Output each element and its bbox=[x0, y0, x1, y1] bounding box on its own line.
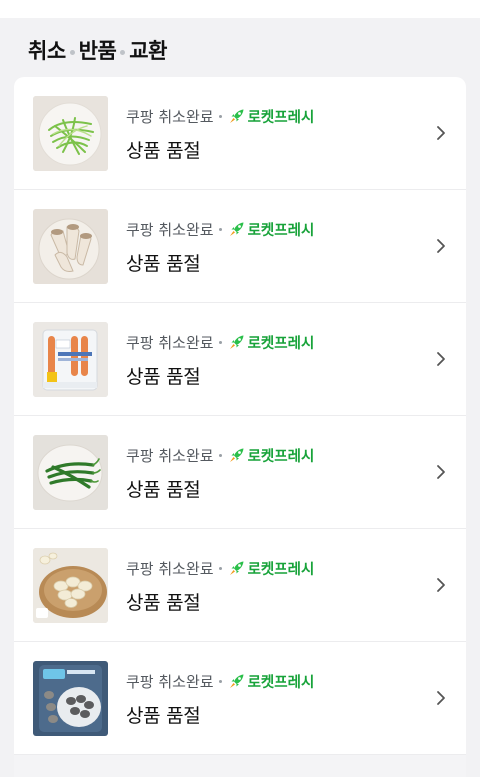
order-status: 상품 품절 bbox=[126, 252, 201, 275]
rocket-fresh-badge: 로켓프레시 bbox=[228, 558, 315, 579]
rocket-fresh-badge: 로켓프레시 bbox=[228, 106, 315, 127]
section-title: 취소 반품 교환 bbox=[28, 36, 167, 64]
order-meta: 쿠팡 취소완료 로켓프레시 bbox=[126, 217, 314, 241]
order-list-card: 쿠팡 취소완료 로켓프레시 상품 품절 쿠팡 취소완료 로켓프레시 상품 품절 … bbox=[14, 77, 466, 777]
meta-separator bbox=[218, 453, 222, 457]
title-separator bbox=[120, 49, 126, 55]
chevron-right-icon[interactable] bbox=[434, 575, 448, 595]
rocket-fresh-badge: 로켓프레시 bbox=[228, 332, 315, 353]
order-item[interactable]: 쿠팡 취소완료 로켓프레시 상품 품절 bbox=[14, 642, 466, 755]
product-thumbnail-peeled-garlic[interactable] bbox=[33, 548, 108, 623]
chevron-right-icon[interactable] bbox=[434, 688, 448, 708]
rocket-icon bbox=[229, 674, 244, 688]
seller-status: 쿠팡 취소완료 bbox=[126, 220, 214, 239]
rocket-fresh-badge: 로켓프레시 bbox=[228, 219, 315, 240]
order-item[interactable]: 쿠팡 취소완료 로켓프레시 상품 품절 bbox=[14, 190, 466, 303]
rocket-icon bbox=[229, 448, 244, 462]
rocket-fresh-label: 로켓프레시 bbox=[247, 109, 315, 126]
top-bar bbox=[0, 0, 480, 18]
order-item[interactable]: 쿠팡 취소완료 로켓프레시 상품 품절 bbox=[14, 77, 466, 190]
product-thumbnail-king-oyster-mushrooms[interactable] bbox=[33, 209, 108, 284]
chevron-right-icon[interactable] bbox=[434, 349, 448, 369]
rocket-icon bbox=[229, 335, 244, 349]
rocket-fresh-label: 로켓프레시 bbox=[247, 335, 315, 352]
seller-status: 쿠팡 취소완료 bbox=[126, 333, 214, 352]
rocket-fresh-badge: 로켓프레시 bbox=[228, 445, 315, 466]
order-status: 상품 품절 bbox=[126, 704, 201, 727]
order-meta: 쿠팡 취소완료 로켓프레시 bbox=[126, 669, 314, 693]
rocket-fresh-label: 로켓프레시 bbox=[247, 674, 315, 691]
product-thumbnail-bean-sprouts[interactable] bbox=[33, 96, 108, 171]
title-exchange: 교환 bbox=[129, 39, 167, 63]
order-meta: 쿠팡 취소완료 로켓프레시 bbox=[126, 556, 314, 580]
order-item[interactable]: 쿠팡 취소완료 로켓프레시 상품 품절 bbox=[14, 303, 466, 416]
rocket-fresh-label: 로켓프레시 bbox=[247, 448, 315, 465]
title-return: 반품 bbox=[78, 39, 117, 63]
list-footer bbox=[14, 755, 466, 777]
order-meta: 쿠팡 취소완료 로켓프레시 bbox=[126, 104, 314, 128]
product-thumbnail-sausage-pack[interactable] bbox=[33, 322, 108, 397]
order-item[interactable]: 쿠팡 취소완료 로켓프레시 상품 품절 bbox=[14, 529, 466, 642]
order-status: 상품 품절 bbox=[126, 365, 201, 388]
order-meta: 쿠팡 취소완료 로켓프레시 bbox=[126, 443, 314, 467]
chevron-right-icon[interactable] bbox=[434, 123, 448, 143]
seller-status: 쿠팡 취소완료 bbox=[126, 107, 214, 126]
meta-separator bbox=[218, 340, 222, 344]
seller-status: 쿠팡 취소완료 bbox=[126, 672, 214, 691]
meta-separator bbox=[218, 114, 222, 118]
order-meta: 쿠팡 취소완료 로켓프레시 bbox=[126, 330, 314, 354]
title-cancel: 취소 bbox=[28, 39, 66, 63]
rocket-icon bbox=[229, 109, 244, 123]
order-status: 상품 품절 bbox=[126, 139, 201, 162]
chevron-right-icon[interactable] bbox=[434, 462, 448, 482]
rocket-fresh-label: 로켓프레시 bbox=[247, 561, 315, 578]
order-list: 쿠팡 취소완료 로켓프레시 상품 품절 쿠팡 취소완료 로켓프레시 상품 품절 … bbox=[14, 77, 466, 755]
seller-status: 쿠팡 취소완료 bbox=[126, 559, 214, 578]
order-item[interactable]: 쿠팡 취소완료 로켓프레시 상품 품절 bbox=[14, 416, 466, 529]
rocket-fresh-label: 로켓프레시 bbox=[247, 222, 315, 239]
order-status: 상품 품절 bbox=[126, 591, 201, 614]
product-thumbnail-green-chili-peppers[interactable] bbox=[33, 435, 108, 510]
chevron-right-icon[interactable] bbox=[434, 236, 448, 256]
order-status: 상품 품절 bbox=[126, 478, 201, 501]
product-thumbnail-clams-pack[interactable] bbox=[33, 661, 108, 736]
rocket-icon bbox=[229, 222, 244, 236]
meta-separator bbox=[218, 566, 222, 570]
meta-separator bbox=[218, 227, 222, 231]
title-separator bbox=[69, 49, 75, 55]
rocket-icon bbox=[229, 561, 244, 575]
seller-status: 쿠팡 취소완료 bbox=[126, 446, 214, 465]
rocket-fresh-badge: 로켓프레시 bbox=[228, 671, 315, 692]
meta-separator bbox=[218, 679, 222, 683]
